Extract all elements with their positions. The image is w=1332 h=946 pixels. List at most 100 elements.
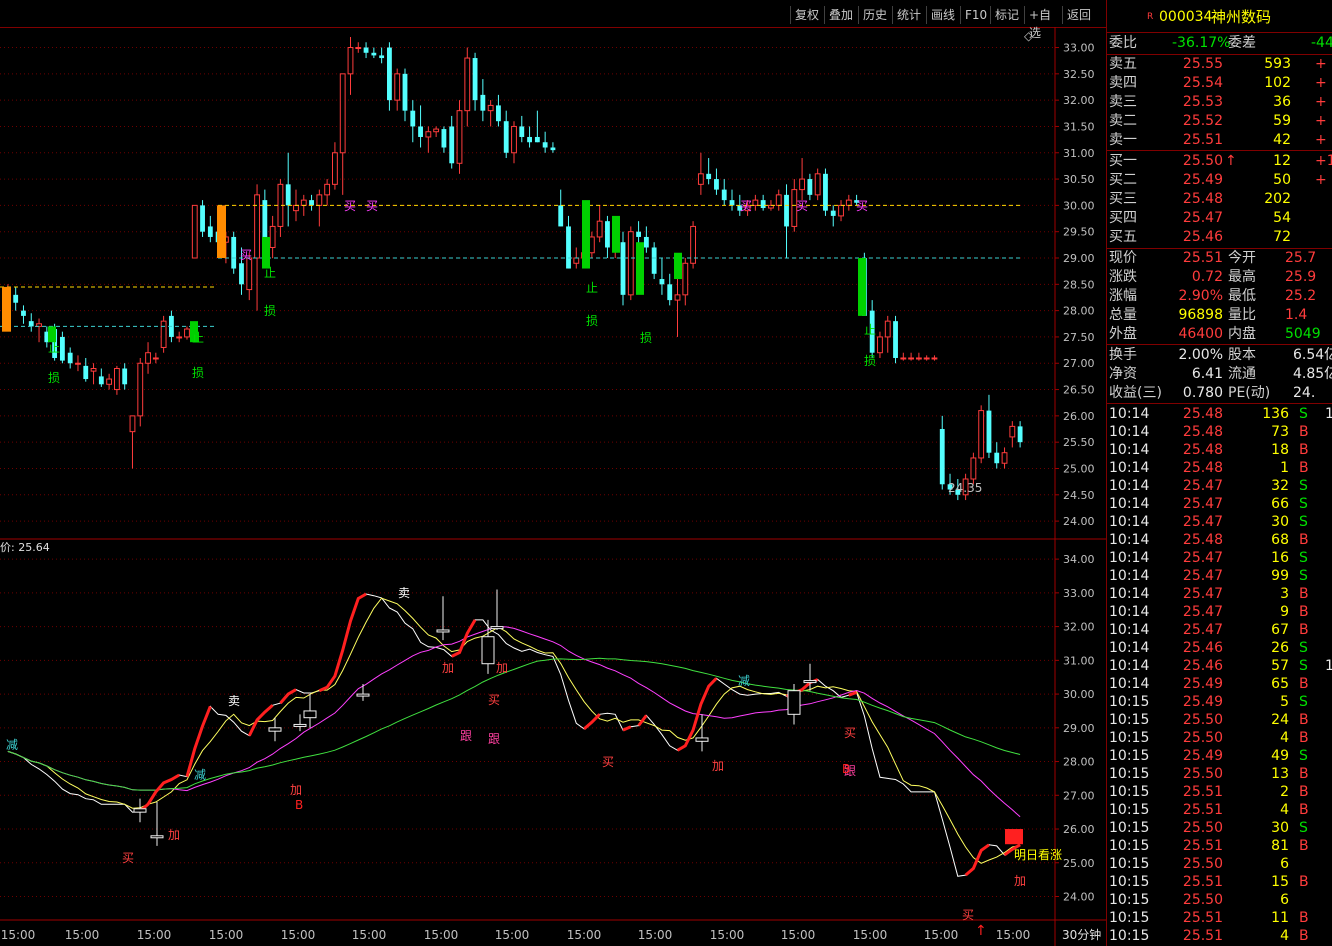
tick-vol-28: 11 (1271, 910, 1289, 926)
tick-side-17: B (1299, 712, 1309, 728)
x-tick-12: 15:00 (853, 928, 888, 942)
sub-uptrend-7 (622, 725, 632, 732)
main-candle-body-72 (566, 226, 571, 269)
tick-time-19: 10:15 (1109, 748, 1150, 764)
sub-annotation-1: 减 (194, 768, 206, 782)
tick-vol-22: 4 (1280, 802, 1289, 818)
ask-label-1: 卖四 (1109, 75, 1137, 91)
main-candle-body-87 (682, 262, 689, 296)
tick-side-7: B (1299, 532, 1309, 548)
main-candle-body-31 (246, 257, 253, 291)
sub-annotation-20: 明日看涨 (1014, 847, 1062, 862)
main-annotation-1: 损 (48, 371, 60, 385)
ask-label-3: 卖二 (1109, 113, 1137, 129)
tick-time-16: 10:15 (1109, 694, 1150, 710)
main-candle-body-26 (207, 226, 213, 237)
sep-header (1107, 32, 1332, 33)
sub-y-tick-8: 26.00 (1063, 823, 1095, 836)
main-candle-body-51 (402, 73, 408, 111)
tick-price-6: 25.47 (1182, 514, 1223, 530)
main-candle-body-79 (620, 242, 626, 295)
tick-row-15: 10:14 25.49 65 B (1107, 675, 1332, 694)
bid-label-0: 买一 (1109, 153, 1137, 169)
tick-side-23: S (1299, 820, 1308, 836)
x-tick-8: 15:00 (567, 928, 602, 942)
x-tick-10: 15:00 (710, 928, 745, 942)
tick-row-12: 10:14 25.47 67 B (1107, 621, 1332, 640)
main-candle-body-83 (651, 247, 657, 274)
bid-vol-0: 12 (1273, 153, 1291, 169)
tick-vol-13: 26 (1271, 640, 1289, 656)
bid-extra-0: +1 (1315, 153, 1332, 169)
toolbar-button-0[interactable]: 复权 (790, 6, 824, 24)
tick-vol-23: 30 (1271, 820, 1289, 836)
signal-bar-green-6 (674, 252, 682, 280)
sub-uptrend-0 (139, 773, 180, 813)
sep-stats2 (1107, 403, 1332, 404)
tick-row-11: 10:14 25.47 9 B (1107, 603, 1332, 622)
main-candle-body-128 (1001, 452, 1008, 464)
tick-vol-8: 16 (1271, 550, 1289, 566)
stat-label-b-4: 内盘 (1228, 326, 1256, 342)
toolbar-button-8[interactable]: 返回 (1062, 6, 1096, 24)
main-candle-body-65 (511, 125, 517, 154)
tick-side-1: B (1299, 424, 1309, 440)
ask-extra-4: + (1315, 132, 1327, 148)
tick-row-21: 10:15 25.51 2 B (1107, 783, 1332, 802)
stat-value-a-0: 25.51 (1182, 250, 1223, 266)
main-candle-body-102 (799, 178, 806, 191)
main-candle-body-85 (667, 284, 673, 301)
toolbar-button-4[interactable]: 画线 (926, 6, 960, 24)
toolbar-button-6[interactable]: 标记 (990, 6, 1024, 24)
tick-row-3: 10:14 25.48 1 B (1107, 459, 1332, 478)
stat-row-1: 涨跌 0.72 最高 25.9 (1107, 268, 1332, 287)
toolbar-button-1[interactable]: 叠加 (824, 6, 858, 24)
tick-row-28: 10:15 25.51 11 B (1107, 909, 1332, 928)
tick-row-2: 10:14 25.48 18 B (1107, 441, 1332, 460)
main-candle-body-3 (28, 321, 34, 327)
main-annotation-7: 损 (264, 304, 276, 318)
tick-vol-29: 4 (1280, 928, 1289, 944)
main-candle-body-118 (923, 357, 930, 360)
tick-side-19: S (1299, 748, 1308, 764)
bid-price-3: 25.47 (1182, 210, 1223, 226)
toolbar-button-5[interactable]: F10 (960, 6, 990, 24)
tick-vol-25: 6 (1280, 856, 1289, 872)
tick-row-13: 10:14 25.46 26 S (1107, 639, 1332, 658)
sub-annotation-7: 加 (168, 828, 180, 842)
sub-uptrend-4 (318, 592, 367, 693)
toolbar-button-7[interactable]: +自选 (1024, 6, 1062, 40)
x-tick-3: 15:00 (209, 928, 244, 942)
sub-uptrend-11 (848, 690, 858, 697)
x-tick-11: 15:00 (781, 928, 816, 942)
tick-vol-26: 15 (1271, 874, 1289, 890)
quote-panel: R 000034 神州数码 委比 -36.17% 委差 -44 卖五 25.55 593 + 卖四 25… (1106, 0, 1332, 946)
tick-side-22: B (1299, 802, 1309, 818)
main-candle-body-46 (363, 47, 369, 53)
tick-row-8: 10:14 25.47 16 S (1107, 549, 1332, 568)
sub-annotation-5: B (295, 798, 303, 812)
tick-time-14: 10:14 (1109, 658, 1150, 674)
main-candle-body-19 (152, 357, 159, 360)
main-candle-body-96 (752, 199, 759, 206)
main-y-tick-0: 33.00 (1063, 42, 1095, 55)
sub-candle-body-1 (150, 835, 164, 839)
kline-chart[interactable]: 33.00 32.50 32.00 31.50 31.00 30.50 30.00 29.50… (0, 27, 1106, 946)
tick-side-8: S (1299, 550, 1308, 566)
toolbar-button-3[interactable]: 统计 (892, 6, 926, 24)
tick-vol-21: 2 (1280, 784, 1289, 800)
main-annotation-0: 止 (48, 341, 60, 355)
main-candle-body-100 (784, 194, 789, 227)
main-candle-body-124 (970, 457, 977, 480)
ask-extra-0: + (1315, 56, 1327, 72)
sub-y-tick-4: 30.00 (1063, 688, 1095, 701)
tick-row-22: 10:15 25.51 4 B (1107, 801, 1332, 820)
toolbar-button-2[interactable]: 历史 (858, 6, 892, 24)
tick-side-14: S (1299, 658, 1308, 674)
main-candle-body-86 (674, 294, 681, 301)
ask-label-4: 卖一 (1109, 132, 1137, 148)
ask-extra-2: + (1315, 94, 1327, 110)
tick-count-14: 1 (1325, 657, 1332, 676)
sub-annotation-8: 加 (442, 661, 454, 675)
ask-price-2: 25.53 (1182, 94, 1223, 110)
